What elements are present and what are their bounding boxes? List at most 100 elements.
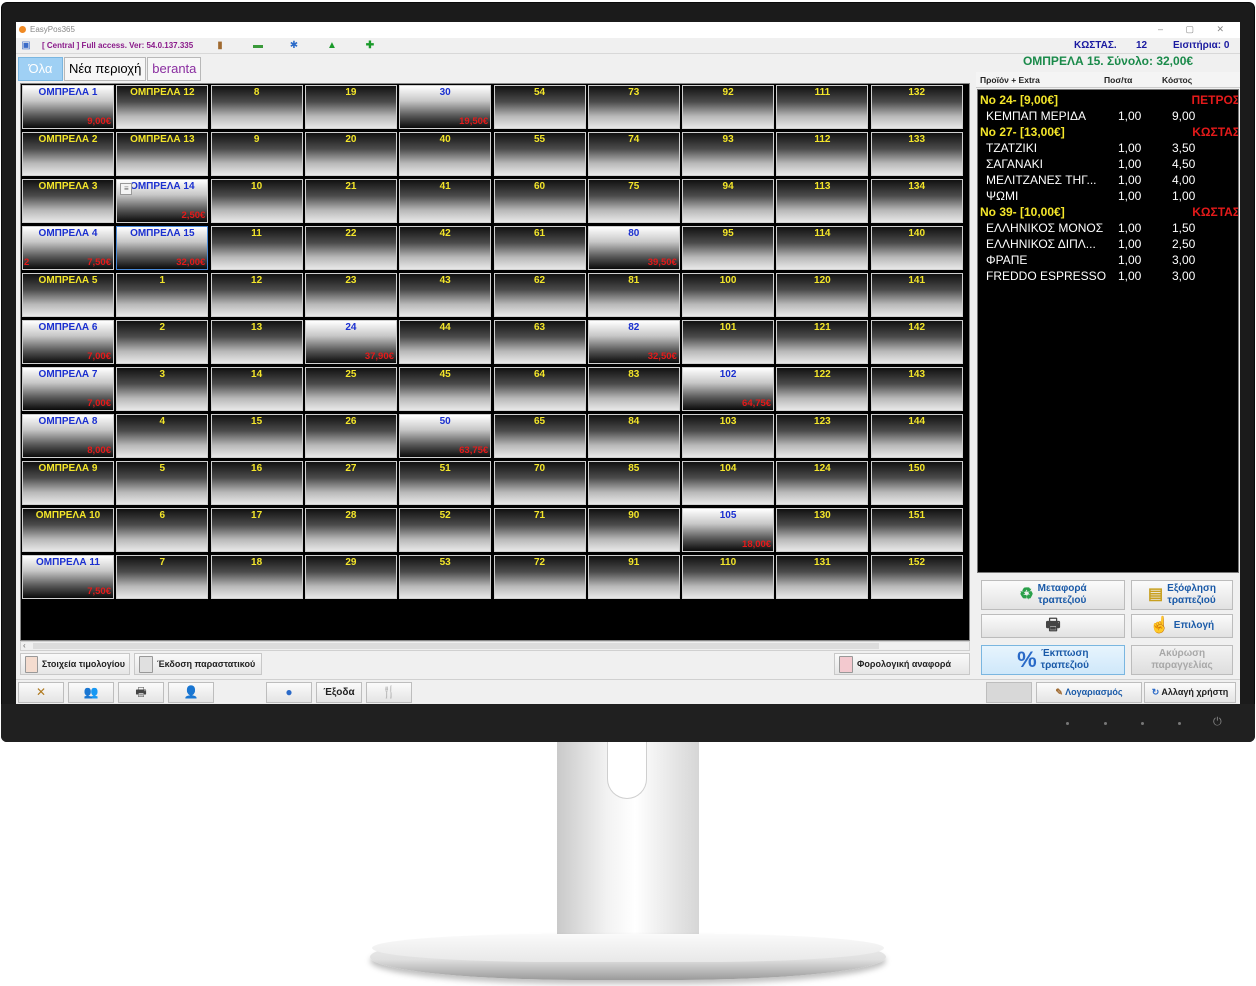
table-button[interactable]: ΟΜΠΡΕΛΑ 6 7,00€ <box>22 320 114 364</box>
table-button[interactable]: 122 <box>776 367 869 411</box>
table-button[interactable]: ΟΜΠΡΕΛΑ 7 7,00€ <box>22 367 114 411</box>
accounts-button[interactable]: ✎ Λογαριασμός <box>1036 682 1142 703</box>
table-button[interactable]: 141 <box>870 273 963 317</box>
table-button[interactable]: 12 <box>210 273 303 317</box>
table-button[interactable]: 120 <box>776 273 869 317</box>
order-item-row[interactable]: FREDDO ESPRESSO 1,00 3,00 <box>978 268 1238 284</box>
table-button[interactable]: 5 <box>116 461 209 505</box>
print-button[interactable]: 🖶 <box>118 682 164 703</box>
table-button[interactable]: 19 <box>304 85 397 129</box>
table-button[interactable]: 82 32,50€ <box>587 320 680 364</box>
table-button[interactable]: 112 <box>776 132 869 176</box>
table-button[interactable]: 29 <box>304 555 397 599</box>
table-button[interactable]: 70 <box>493 461 586 505</box>
table-button[interactable]: 18 <box>210 555 303 599</box>
table-button[interactable]: 110 <box>682 555 775 599</box>
table-button[interactable]: 142 <box>870 320 963 364</box>
order-items-list[interactable]: No 24- [9,00€] ΠΕΤΡΟΣ ΚΕΜΠΑΠ ΜΕΡΙΔΑ 1,00 9,0… <box>977 89 1239 573</box>
table-button[interactable]: 80 39,50€ <box>587 226 680 270</box>
table-button[interactable]: 130 <box>776 508 869 552</box>
order-item-row[interactable]: ΣΑΓΑΝΑΚΙ 1,00 4,50 <box>978 156 1238 172</box>
table-button[interactable]: 131 <box>776 555 869 599</box>
table-button[interactable]: ΟΜΠΡΕΛΑ 5 <box>22 273 114 317</box>
table-button[interactable]: 51 <box>399 461 492 505</box>
expenses-button[interactable]: Έξοδα <box>316 682 362 703</box>
table-button[interactable]: 144 <box>870 414 963 458</box>
table-button[interactable]: 111 <box>776 85 869 129</box>
table-button[interactable]: 7 <box>116 555 209 599</box>
table-button[interactable]: 74 <box>587 132 680 176</box>
table-button[interactable]: 63 <box>493 320 586 364</box>
table-button[interactable]: ΟΜΠΡΕΛΑ 4 2 7,50€ <box>22 226 114 270</box>
table-button[interactable]: 44 <box>399 320 492 364</box>
table-button[interactable]: 65 <box>493 414 586 458</box>
settle-table-button[interactable]: ▤ Εξόφληση τραπεζιού <box>1131 580 1233 610</box>
table-button[interactable]: 4 <box>116 414 209 458</box>
app-menu-icon[interactable]: ▣ <box>20 40 32 51</box>
table-button[interactable]: ΟΜΠΡΕΛΑ 15 32,00€ <box>116 226 209 270</box>
table-button[interactable]: 105 18,00€ <box>682 508 775 552</box>
table-button[interactable]: 134 <box>870 179 963 223</box>
table-button[interactable]: 3 <box>116 367 209 411</box>
groups-button[interactable]: ● <box>266 682 312 703</box>
table-button[interactable]: 71 <box>493 508 586 552</box>
table-button[interactable]: ΟΜΠΡΕΛΑ 13 <box>116 132 209 176</box>
table-button[interactable]: 143 <box>870 367 963 411</box>
table-button[interactable]: 95 <box>682 226 775 270</box>
table-button[interactable]: 26 <box>304 414 397 458</box>
table-button[interactable]: 104 <box>682 461 775 505</box>
order-group-header[interactable]: No 39- [10,00€] ΚΩΣΤΑΣ <box>978 204 1238 220</box>
print-order-button[interactable]: 🖶 <box>981 614 1125 638</box>
table-button[interactable]: ΟΜΠΡΕΛΑ 12 <box>116 85 209 129</box>
table-button[interactable]: 101 <box>682 320 775 364</box>
change-user-button[interactable]: ↻ Αλλαγή χρήστη <box>1144 682 1236 703</box>
table-button[interactable]: 75 <box>587 179 680 223</box>
table-button[interactable]: 53 <box>399 555 492 599</box>
add-icon[interactable]: ✚ <box>364 40 376 51</box>
table-button[interactable]: 103 <box>682 414 775 458</box>
table-button[interactable]: 9 <box>210 132 303 176</box>
table-button[interactable]: 61 <box>493 226 586 270</box>
table-button[interactable]: ΟΜΠΡΕΛΑ 2 <box>22 132 114 176</box>
table-button[interactable]: 114 <box>776 226 869 270</box>
table-button[interactable]: 10 <box>210 179 303 223</box>
table-button[interactable]: 85 <box>587 461 680 505</box>
table-button[interactable]: 22 <box>304 226 397 270</box>
table-button[interactable]: 13 <box>210 320 303 364</box>
table-button[interactable]: ΟΜΠΡΕΛΑ 9 <box>22 461 114 505</box>
table-button[interactable]: 140 <box>870 226 963 270</box>
table-button[interactable]: 43 <box>399 273 492 317</box>
table-button[interactable]: 84 <box>587 414 680 458</box>
table-button[interactable]: 42 <box>399 226 492 270</box>
table-button[interactable]: ΟΜΠΡΕΛΑ 14 ≡ 2,50€ <box>116 179 209 223</box>
table-button[interactable]: 11 <box>210 226 303 270</box>
table-button[interactable]: 83 <box>587 367 680 411</box>
order-item-row[interactable]: ΜΕΛΙΤΖΑΝΕΣ ΤΗΓ... 1,00 4,00 <box>978 172 1238 188</box>
table-button[interactable]: 27 <box>304 461 397 505</box>
table-button[interactable]: 62 <box>493 273 586 317</box>
tab-new-area[interactable]: Νέα περιοχή <box>64 57 147 81</box>
order-item-row[interactable]: ΕΛΛΗΝΙΚΟΣ ΜΟΝΟΣ 1,00 1,50 <box>978 220 1238 236</box>
table-button[interactable]: 24 37,90€ <box>304 320 397 364</box>
order-item-row[interactable]: ΚΕΜΠΑΠ ΜΕΡΙΔΑ 1,00 9,00 <box>978 108 1238 124</box>
tools-button[interactable]: ✕ <box>18 682 64 703</box>
table-button[interactable]: 73 <box>587 85 680 129</box>
order-group-header[interactable]: No 27- [13,00€] ΚΩΣΤΑΣ <box>978 124 1238 140</box>
table-button[interactable]: 20 <box>304 132 397 176</box>
table-button[interactable]: 54 <box>493 85 586 129</box>
table-button[interactable]: 90 <box>587 508 680 552</box>
table-button[interactable]: 151 <box>870 508 963 552</box>
table-button[interactable]: ΟΜΠΡΕΛΑ 3 <box>22 179 114 223</box>
network-icon[interactable]: ✱ <box>288 40 300 51</box>
tab-all[interactable]: Όλα <box>18 57 63 81</box>
table-button[interactable]: 1 <box>116 273 209 317</box>
order-item-row[interactable]: ΦΡΑΠΕ 1,00 3,00 <box>978 252 1238 268</box>
table-button[interactable]: 41 <box>399 179 492 223</box>
fiscal-report-button[interactable]: Φορολογική αναφορά <box>834 653 970 675</box>
table-button[interactable]: 23 <box>304 273 397 317</box>
table-button[interactable]: 17 <box>210 508 303 552</box>
transfer-table-button[interactable]: ♻ Μεταφορά τραπεζιού <box>981 580 1125 610</box>
table-button[interactable]: 55 <box>493 132 586 176</box>
table-button[interactable]: 40 <box>399 132 492 176</box>
up-arrow-icon[interactable]: ▲ <box>326 40 338 51</box>
